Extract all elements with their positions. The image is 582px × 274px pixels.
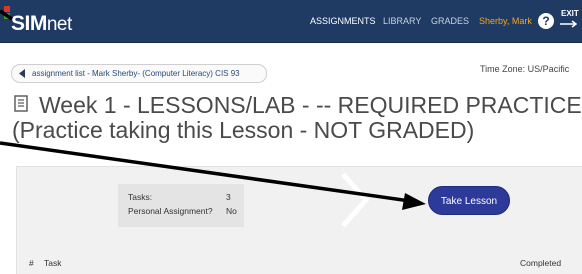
column-header-completed: Completed	[520, 258, 562, 268]
logo-red-square	[4, 6, 10, 12]
document-icon	[14, 95, 28, 112]
nav-grades[interactable]: GRADES	[431, 0, 469, 42]
nav-library[interactable]: LIBRARY	[383, 0, 421, 42]
chevron-left-icon	[19, 69, 25, 78]
timezone-label: Time Zone: US/Pacific	[480, 64, 570, 74]
assignment-info-box: Tasks: 3 Personal Assignment? No	[118, 184, 244, 227]
logo-text: SIMnet	[11, 12, 72, 35]
user-menu[interactable]: Sherby, Mark	[479, 0, 532, 42]
tasks-value: 3	[226, 192, 231, 202]
column-header-task: Task	[44, 258, 62, 268]
breadcrumb-label: assignment list - Mark Sherby- (Computer…	[32, 69, 240, 78]
top-nav-bar: SIMnet ASSIGNMENTS LIBRARY GRADES Sherby…	[0, 0, 582, 43]
logo-green-square	[4, 13, 10, 19]
chevron-right-icon	[341, 172, 370, 228]
page-title-line2: (Practice taking this Lesson - NOT GRADE…	[12, 117, 475, 143]
column-header-number: #	[29, 258, 34, 268]
tasks-label: Tasks:	[128, 192, 153, 202]
page-title-line1: Week 1 - LESSONS/LAB - -- REQUIRED PRACT…	[39, 92, 582, 118]
lesson-panel	[16, 166, 582, 274]
breadcrumb[interactable]: assignment list - Mark Sherby- (Computer…	[11, 64, 267, 83]
exit-button[interactable]: EXIT	[560, 9, 582, 33]
take-lesson-button[interactable]: Take Lesson	[428, 186, 510, 215]
personal-assignment-value: No	[226, 206, 237, 216]
exit-arrow-icon	[560, 20, 578, 28]
personal-assignment-label: Personal Assignment?	[128, 206, 213, 216]
help-icon[interactable]: ?	[538, 13, 554, 29]
exit-label: EXIT	[561, 9, 579, 18]
nav-assignments[interactable]: ASSIGNMENTS	[310, 0, 376, 42]
